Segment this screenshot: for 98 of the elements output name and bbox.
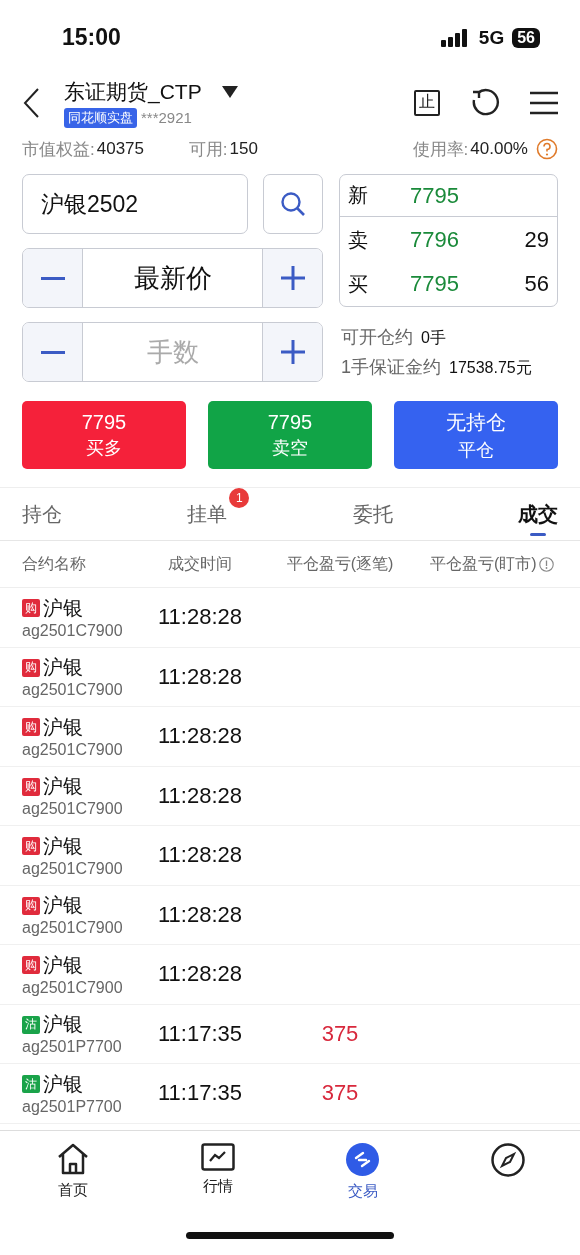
trade-time: 11:28:28 [157,901,243,928]
contract-name: 沪银 [43,833,83,859]
trade-time: 11:28:28 [157,723,243,750]
account-title: 东证期货_CTP [64,78,202,106]
contract-field[interactable]: 沪银2502 [22,174,248,234]
network-label: 5G [478,26,505,49]
direction-tag: 购 [22,837,40,856]
direction-tag: 购 [22,777,40,796]
contract-code: ag2501C7900 [22,859,124,878]
quote-price: 7795 [410,271,459,297]
trade-time: 11:28:28 [157,842,243,869]
column-header: 成交时间 [167,553,233,574]
summary-value: 40375 [96,139,144,159]
battery-level: 56 [512,27,540,48]
contract-name: 沪银 [43,1071,83,1097]
summary-label: 使用率: [412,138,469,161]
compass-icon [490,1143,525,1177]
info-label: 1手保证金约 [341,356,441,379]
back-icon[interactable] [22,86,40,119]
stop-button[interactable]: 止 [414,89,440,116]
help-icon[interactable] [536,138,558,160]
close-button[interactable]: 无持仓 平仓 [394,401,558,469]
contract-code: ag2501C7900 [22,919,124,938]
direction-tag: 购 [22,956,40,975]
contract-code: ag2501C7900 [22,800,124,819]
contract-name: 沪银 [43,774,83,800]
direction-tag: 购 [22,599,40,618]
trade-time: 11:17:35 [157,1020,243,1047]
column-header: 平仓盈亏(盯市) [430,553,537,574]
summary-value: 40.00% [470,139,528,159]
direction-tag: 购 [22,658,40,677]
pnl-value: 375 [320,1080,360,1107]
decrease-button[interactable] [23,323,82,381]
refresh-icon[interactable] [470,87,500,118]
summary-label: 市值权益: [22,138,95,161]
direction-tag: 沽 [22,1015,40,1034]
info-icon[interactable] [538,556,554,572]
search-icon [280,191,306,217]
trade-time: 11:28:28 [157,604,243,631]
quote-label: 卖 [348,227,369,253]
nav-item[interactable]: 交易 [290,1131,435,1215]
info-value: 0手 [421,328,446,348]
contract-name: 沪银 [43,952,83,978]
contract-code: ag2501C7900 [22,621,124,640]
decrease-button[interactable] [23,249,82,307]
contract-name: 沪银 [43,1012,83,1038]
search-button[interactable] [263,174,323,234]
tab[interactable]: 挂单 1 [187,488,250,540]
quote-volume: 56 [524,271,549,297]
contract-name: 沪银 [43,714,83,740]
quote-label: 买 [348,271,369,297]
quantity-stepper[interactable]: 手数 [22,322,323,382]
quote-volume: 29 [524,227,549,253]
pnl-value: 375 [320,1020,360,1047]
summary-value: 150 [229,139,258,159]
direction-tag: 购 [22,896,40,915]
quote-label: 新 [348,183,369,208]
tab[interactable]: 成交 [518,488,580,540]
contract-code: ag2501P7700 [22,1038,123,1057]
increase-button[interactable] [263,249,322,307]
contract-code: ag2501C7900 [22,681,124,700]
account-tag: 同花顺实盘 [64,107,137,128]
column-header: 合约名称 [22,553,87,574]
direction-tag: 购 [22,718,40,737]
trade-time: 11:28:28 [157,663,243,690]
increase-button[interactable] [263,323,322,381]
trade-time: 11:28:28 [157,782,243,809]
minus-icon [40,276,65,280]
count-badge: 1 [229,488,250,508]
status-time: 15:00 [62,24,121,51]
quantity-field[interactable]: 手数 [82,323,263,381]
nav-item[interactable]: 首页 [0,1131,145,1215]
contract-code: ag2501C7900 [22,978,124,997]
contract-code: ag2501C7900 [22,740,124,759]
contract-code: ag2501P7700 [22,1097,123,1116]
contract-name: 沪银 [43,655,83,681]
info-value: 17538.75元 [449,358,532,378]
tab[interactable]: 委托 [352,488,415,540]
direction-tag: 沽 [22,1075,40,1094]
trade-time: 11:28:28 [157,961,243,988]
nav-item[interactable]: 行情 [145,1131,290,1215]
contract-name: 沪银 [43,893,83,919]
dropdown-icon[interactable] [221,85,238,98]
info-label: 可开仓约 [341,326,413,349]
quote-price: 7795 [410,182,459,209]
tab[interactable]: 持仓 [22,488,84,540]
column-header: 平仓盈亏(逐笔) [285,553,395,574]
quote-price: 7796 [410,227,459,253]
trade-time: 11:17:35 [157,1080,243,1107]
account-number: ***2921 [141,109,192,126]
minus-icon [40,350,65,354]
contract-name: 沪银 [43,595,83,621]
price-stepper[interactable]: 最新价 [22,248,323,308]
exchange-icon [346,1143,379,1176]
buy-button[interactable]: 7795 买多 [22,401,186,469]
summary-label: 可用: [188,138,228,161]
chart-icon [200,1143,235,1171]
menu-icon[interactable] [530,90,558,115]
